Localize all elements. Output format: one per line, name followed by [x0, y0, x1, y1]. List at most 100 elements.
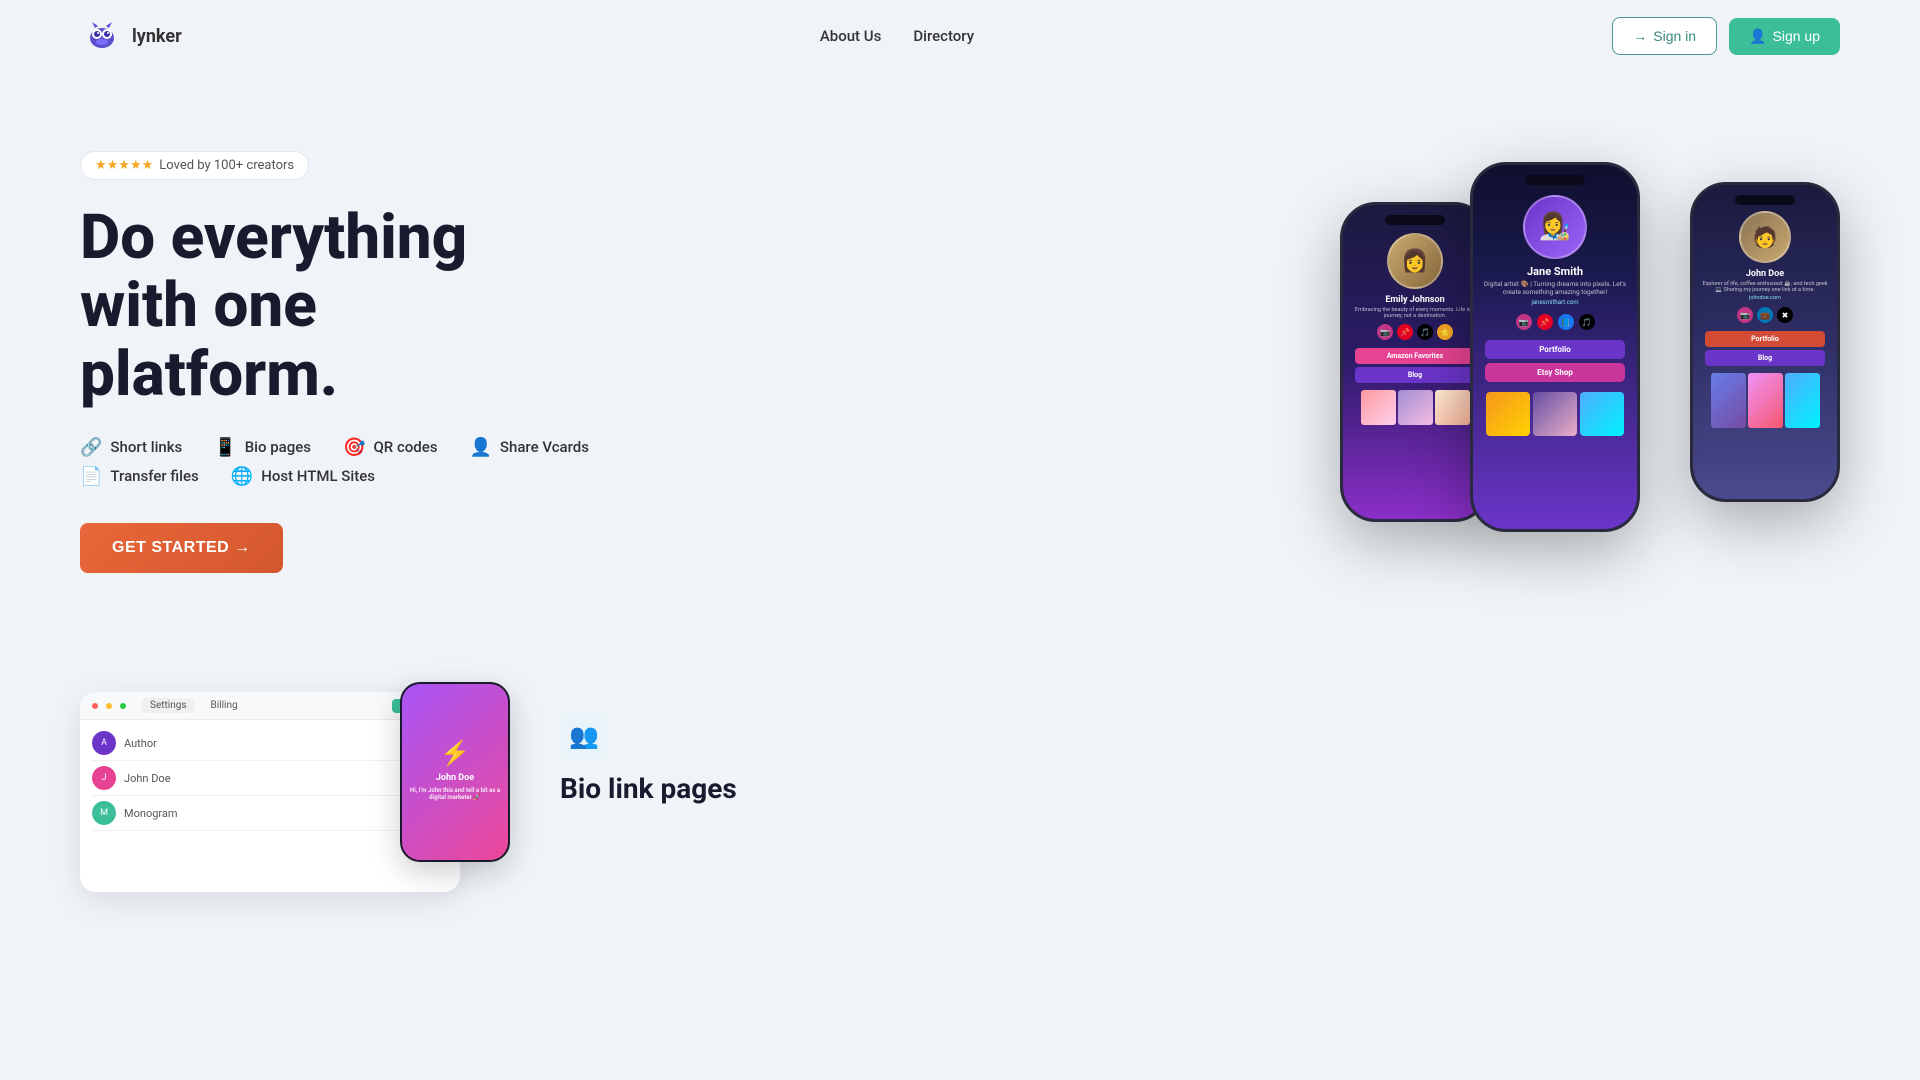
signin-icon: →	[1633, 28, 1647, 44]
host-html-label: Host HTML Sites	[261, 467, 375, 485]
phone-jane: 👩‍🎨 Jane Smith Digital artist 🎨 | Turnin…	[1470, 162, 1640, 532]
john-website: johndoe.com	[1749, 295, 1781, 301]
share-vcards-label: Share Vcards	[500, 438, 589, 456]
bio-pages-icon: 📱	[214, 437, 236, 458]
jane-pinterest: 📌	[1537, 314, 1553, 330]
row-3-avatar: M	[92, 801, 116, 825]
emily-photo-2	[1398, 390, 1433, 425]
nav-link-directory[interactable]: Directory	[913, 27, 974, 45]
signup-label: Sign up	[1773, 28, 1820, 44]
phone-right-notch	[1735, 195, 1795, 205]
bottom-text: 👥 Bio link pages	[560, 692, 737, 805]
share-vcards-icon: 👤	[470, 437, 492, 458]
john-twitter: ✖	[1777, 307, 1793, 323]
qr-codes-label: QR codes	[373, 438, 437, 456]
navbar: lynker About Us Directory → Sign in 👤 Si…	[0, 0, 1920, 72]
features-grid: 🔗 Short links 📱 Bio pages 🎯 QR codes 👤 S…	[80, 437, 640, 487]
mockup-row-1: A Author ⋯	[92, 726, 448, 761]
john-social: 📷 💼 ✖	[1737, 307, 1793, 323]
mockup-tab-billing[interactable]: Billing	[203, 698, 246, 713]
john-photo-3	[1785, 373, 1820, 428]
emily-link-amazon: Amazon Favorites	[1355, 348, 1475, 364]
signin-button[interactable]: → Sign in	[1612, 17, 1717, 55]
phone-left-screen: 👩 Emily Johnson Embracing the beauty of …	[1343, 205, 1487, 519]
feature-share-vcards: 👤 Share Vcards	[470, 437, 589, 458]
phone-emily: 👩 Emily Johnson Embracing the beauty of …	[1340, 202, 1490, 522]
preview-tagline: Hi, I'm John this and tell a bit as a di…	[402, 783, 508, 805]
john-photo-2	[1748, 373, 1783, 428]
jane-photos	[1486, 392, 1624, 436]
mockup-dot-1	[92, 703, 98, 709]
mockup-dot-3	[120, 703, 126, 709]
phone-preview-floating: ⚡ John Doe Hi, I'm John this and tell a …	[400, 682, 510, 862]
jane-photo-2	[1533, 392, 1577, 436]
feature-transfer-files: 📄 Transfer files	[80, 466, 199, 487]
john-linkedin: 💼	[1757, 307, 1773, 323]
hero-title-line3: platform.	[80, 338, 338, 411]
signup-icon: 👤	[1749, 28, 1766, 45]
jane-bio: Digital artist 🎨 | Turning dreams into p…	[1473, 280, 1637, 296]
bio-pages-section-title: Bio link pages	[560, 772, 737, 805]
logo[interactable]: lynker	[80, 14, 182, 58]
mockup-tab-settings[interactable]: Settings	[142, 698, 195, 713]
hero-badge: ★★★★★ Loved by 100+ creators	[80, 151, 309, 180]
emily-bio: Embracing the beauty of every moments. L…	[1343, 307, 1487, 319]
short-links-icon: 🔗	[80, 437, 102, 458]
nav-links: About Us Directory	[820, 27, 974, 45]
get-started-button[interactable]: GET STARTED →	[80, 523, 283, 573]
bottom-mockup-wrapper: Settings Billing Add Block A Author ⋯ J …	[80, 692, 500, 892]
phone-center-screen: 👩‍🎨 Jane Smith Digital artist 🎨 | Turnin…	[1473, 165, 1637, 529]
feature-host-html: 🌐 Host HTML Sites	[231, 466, 375, 487]
row-2-avatar: J	[92, 766, 116, 790]
signup-button[interactable]: 👤 Sign up	[1729, 18, 1840, 55]
john-instagram: 📷	[1737, 307, 1753, 323]
hero-left: ★★★★★ Loved by 100+ creators Do everythi…	[80, 151, 640, 573]
hero-title-line1: Do everything	[80, 201, 467, 274]
feature-short-links: 🔗 Short links	[80, 437, 182, 458]
john-avatar: 🧑	[1739, 211, 1791, 263]
feature-bio-pages: 📱 Bio pages	[214, 437, 311, 458]
phone-left-notch	[1385, 215, 1445, 225]
jane-instagram: 📷	[1516, 314, 1532, 330]
emily-link-blog: Blog	[1355, 367, 1475, 383]
hero-title-line2: with one	[80, 269, 317, 342]
emily-instagram: 📷	[1377, 324, 1393, 340]
emily-avatar: 👩	[1387, 233, 1443, 289]
row-1-avatar: A	[92, 731, 116, 755]
jane-photo-1	[1486, 392, 1530, 436]
bio-pages-label: Bio pages	[245, 438, 311, 456]
bio-icon-emoji: 👥	[569, 722, 599, 750]
emily-tiktok: 🎵	[1417, 324, 1433, 340]
emily-social: 📷 📌 🎵 ⭐	[1377, 324, 1453, 340]
row-1-name: Author	[124, 737, 157, 750]
hero-right: 👩 Emily Johnson Embracing the beauty of …	[1140, 122, 1840, 602]
feature-qr-codes: 🎯 QR codes	[343, 437, 437, 458]
logo-text: lynker	[132, 26, 182, 47]
jane-tiktok: 🎵	[1579, 314, 1595, 330]
john-photos	[1711, 373, 1820, 428]
jane-social: 📷 📌 📘 🎵	[1516, 314, 1595, 330]
jane-avatar: 👩‍🎨	[1523, 195, 1587, 259]
mockup-dot-2	[106, 703, 112, 709]
mockup-row-2: J John Doe ⋯	[92, 761, 448, 796]
signin-label: Sign in	[1653, 28, 1696, 44]
emily-photo-3	[1435, 390, 1470, 425]
bottom-section: Settings Billing Add Block A Author ⋯ J …	[0, 692, 1920, 892]
emily-pinterest: 📌	[1397, 324, 1413, 340]
jane-website: janesmithart.com	[1531, 299, 1578, 306]
john-bio: Explorer of life, coffee enthusiast ☕, a…	[1693, 281, 1837, 293]
short-links-label: Short links	[110, 438, 182, 456]
row-3-name: Monogram	[124, 807, 178, 820]
phone-right-screen: 🧑 John Doe Explorer of life, coffee enth…	[1693, 185, 1837, 499]
bio-pages-section-icon: 👥	[560, 712, 608, 760]
emily-other: ⭐	[1437, 324, 1453, 340]
jane-link-portfolio: Portfolio	[1485, 340, 1625, 359]
phone-center-notch	[1525, 175, 1585, 185]
emily-photo-1	[1361, 390, 1396, 425]
transfer-files-label: Transfer files	[110, 467, 198, 485]
jane-name: Jane Smith	[1527, 265, 1583, 278]
nav-link-about[interactable]: About Us	[820, 27, 882, 45]
qr-codes-icon: 🎯	[343, 437, 365, 458]
jane-link-etsy: Etsy Shop	[1485, 363, 1625, 382]
phones-container: 👩 Emily Johnson Embracing the beauty of …	[1340, 122, 1840, 602]
